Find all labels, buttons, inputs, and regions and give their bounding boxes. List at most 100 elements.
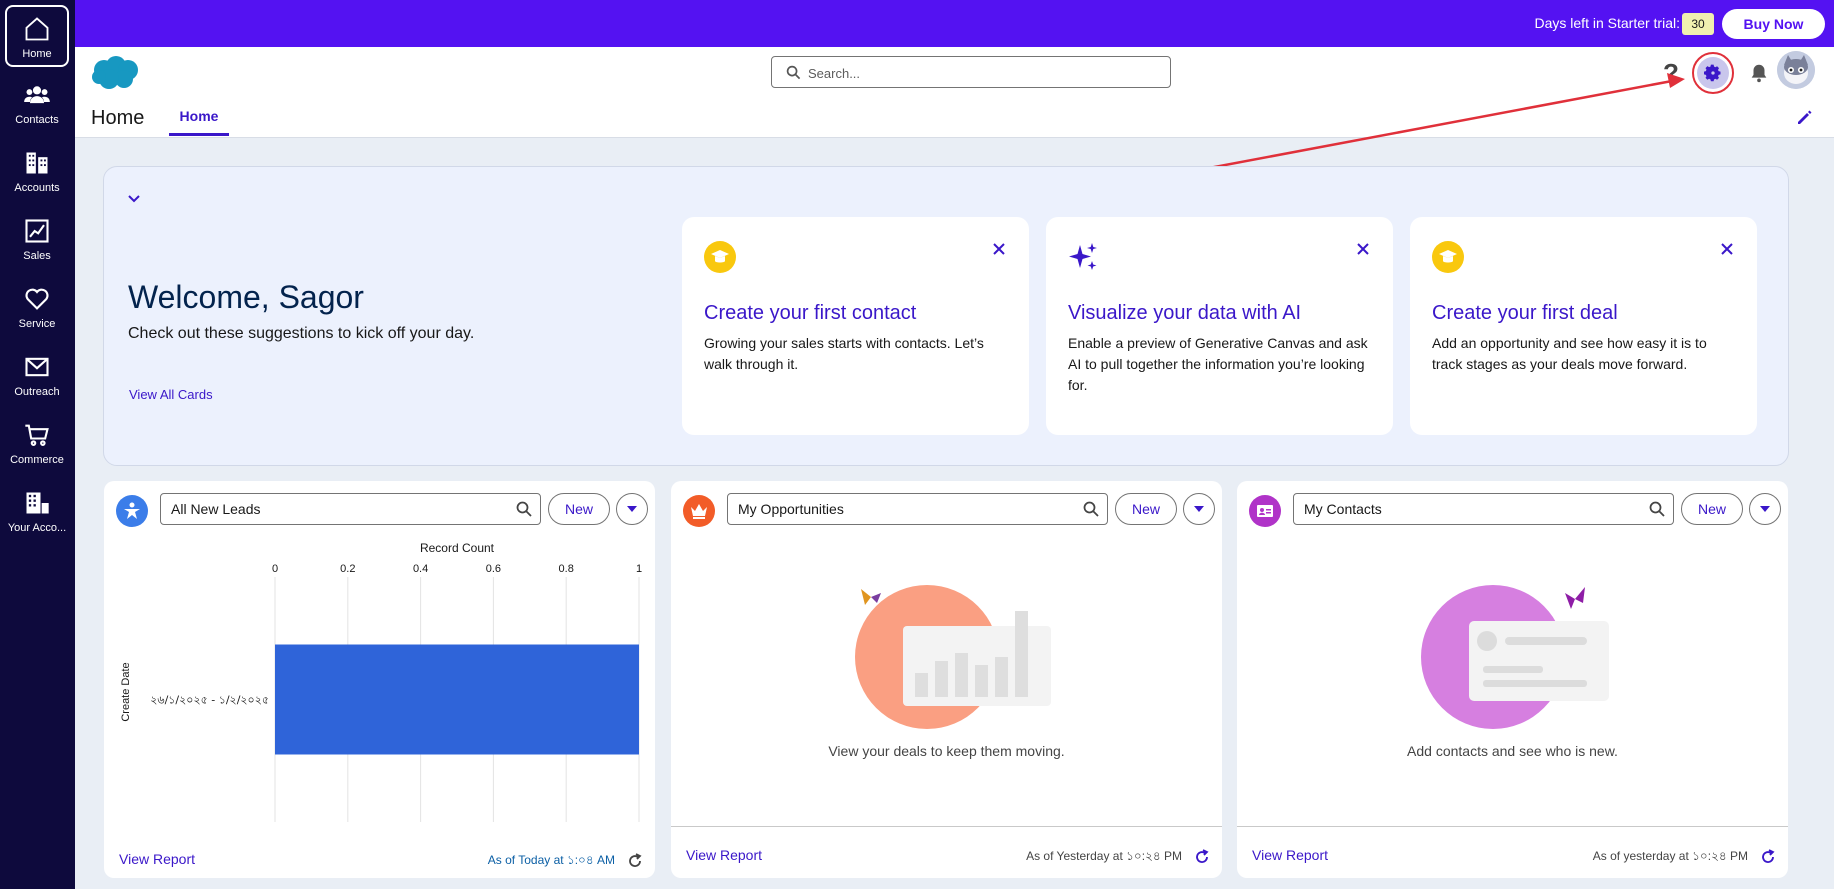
salesforce-logo[interactable] (89, 55, 141, 91)
empty-chart-illustration (855, 585, 1051, 729)
trial-banner: Days left in Starter trial: 30 Buy Now (75, 0, 1834, 47)
opportunities-card: My Opportunities New View your deals to … (671, 481, 1222, 878)
nav-item-sales[interactable]: Sales (5, 209, 69, 271)
leads-icon (116, 495, 148, 527)
home-icon (25, 17, 49, 41)
nav-item-contacts[interactable]: Contacts (5, 73, 69, 135)
refresh-icon[interactable] (627, 853, 643, 869)
graduation-cap-icon (1432, 241, 1464, 273)
chart-category-label: ২৬/১/২০২৫ - ১/২/২০২৫ (150, 694, 269, 707)
contact-card-icon (1249, 495, 1281, 527)
close-icon[interactable] (993, 243, 1005, 255)
pencil-edit-icon[interactable] (1796, 110, 1812, 126)
left-navigation: Home Contacts Accounts Sales Service Out… (0, 0, 75, 889)
nav-item-your-account[interactable]: Your Acco... (5, 481, 69, 543)
view-report-link[interactable]: View Report (1252, 847, 1328, 863)
search-icon[interactable] (516, 501, 532, 517)
suggestion-card-contact[interactable]: Create your first contact Growing your s… (682, 217, 1029, 435)
welcome-panel: Welcome, Sagor Check out these suggestio… (103, 166, 1789, 466)
leads-bar-chart: Record Count Create Date 0 0.2 0.4 0.6 0.8 1 … (120, 541, 642, 822)
global-header: ? (75, 47, 1834, 107)
list-menu-button[interactable] (1183, 493, 1215, 525)
global-search[interactable] (771, 56, 1171, 88)
chart-x-tick-label: 0 (272, 563, 278, 575)
footer-divider (671, 826, 1222, 827)
suggestion-card-deal[interactable]: Create your first deal Add an opportunit… (1410, 217, 1757, 435)
list-view-selector[interactable]: My Contacts (1293, 493, 1674, 525)
footer-divider (1237, 826, 1788, 827)
nav-label: Accounts (14, 182, 60, 194)
setup-gear-button[interactable] (1692, 52, 1734, 94)
list-menu-button[interactable] (616, 493, 648, 525)
chart-x-tick-label: 0.2 (340, 563, 355, 575)
search-input[interactable] (808, 63, 1158, 83)
nav-item-service[interactable]: Service (5, 277, 69, 339)
suggestion-card-ai[interactable]: Visualize your data with AI Enable a pre… (1046, 217, 1393, 435)
service-icon (25, 288, 49, 310)
empty-contacts-illustration (1421, 585, 1609, 729)
notifications-button[interactable] (1745, 59, 1773, 87)
app-title: Home (91, 107, 145, 129)
welcome-title: Welcome, Sagor (128, 279, 364, 315)
new-lead-button[interactable]: New (548, 493, 610, 525)
nav-label: Outreach (14, 386, 60, 398)
buy-now-button[interactable]: Buy Now (1722, 9, 1825, 39)
chevron-down-icon (1194, 506, 1204, 512)
chart-x-tick-label: 0.6 (486, 563, 501, 575)
graduation-cap-icon (704, 241, 736, 273)
list-view-selector[interactable]: My Opportunities (727, 493, 1108, 525)
refresh-icon[interactable] (1760, 849, 1776, 865)
refresh-icon[interactable] (1194, 849, 1210, 865)
nav-label: Contacts (15, 114, 59, 126)
nav-item-commerce[interactable]: Commerce (5, 413, 69, 475)
view-report-link[interactable]: View Report (119, 851, 195, 867)
view-all-cards-link[interactable]: View All Cards (129, 387, 213, 402)
as-of-timestamp: As of yesterday at ১০:২৪ PM (1592, 849, 1748, 863)
leads-card: All New Leads New Record Count Create Da… (104, 481, 655, 878)
gear-icon (1704, 64, 1721, 82)
suggestion-text: Enable a preview of Generative Canvas an… (1068, 335, 1368, 393)
new-opportunity-button[interactable]: New (1115, 493, 1177, 525)
contacts-icon (24, 86, 50, 104)
view-report-link[interactable]: View Report (686, 847, 762, 863)
nav-item-outreach[interactable]: Outreach (5, 345, 69, 407)
suggestion-title[interactable]: Create your first deal (1432, 302, 1618, 325)
nav-item-accounts[interactable]: Accounts (5, 141, 69, 203)
welcome-subtitle: Check out these suggestions to kick off … (128, 325, 475, 342)
trial-days-badge: 30 (1682, 13, 1714, 35)
chart-x-tick-label: 0.4 (413, 563, 428, 575)
your-account-icon (26, 492, 49, 514)
tab-home[interactable]: Home (169, 100, 229, 136)
list-view-selector[interactable]: All New Leads (160, 493, 541, 525)
new-contact-button[interactable]: New (1681, 493, 1743, 525)
search-icon (786, 65, 801, 80)
as-of-timestamp: As of Yesterday at ১০:২৪ PM (1026, 849, 1182, 863)
suggestion-text: Growing your sales starts with contacts.… (704, 335, 984, 372)
chart-x-tick-label: 1 (636, 563, 642, 575)
nav-label: Your Acco... (7, 522, 67, 534)
nav-label: Sales (23, 250, 51, 262)
suggestion-title[interactable]: Create your first contact (704, 302, 916, 325)
help-icon[interactable]: ? (1657, 58, 1685, 88)
chart-bar[interactable] (275, 644, 639, 755)
user-avatar-icon (1777, 51, 1815, 89)
suggestion-title[interactable]: Visualize your data with AI (1068, 302, 1301, 325)
search-icon[interactable] (1649, 501, 1665, 517)
chevron-down-icon[interactable] (127, 191, 141, 205)
as-of-timestamp: As of Today at ১:০৪ AM (487, 853, 615, 867)
list-view-name: My Opportunities (738, 501, 844, 517)
nav-item-home[interactable]: Home (5, 5, 69, 67)
close-icon[interactable] (1721, 243, 1733, 255)
list-menu-button[interactable] (1749, 493, 1781, 525)
nav-label: Service (18, 318, 56, 330)
search-icon[interactable] (1083, 501, 1099, 517)
accounts-icon (26, 152, 48, 174)
close-icon[interactable] (1357, 243, 1369, 255)
chart-x-tick-label: 0.8 (559, 563, 574, 575)
commerce-icon (25, 424, 49, 446)
app-header: Home Home (75, 100, 1834, 138)
sales-icon (25, 219, 49, 243)
list-view-name: All New Leads (171, 501, 261, 517)
chart-title: Record Count (420, 541, 495, 555)
avatar[interactable] (1777, 51, 1815, 89)
